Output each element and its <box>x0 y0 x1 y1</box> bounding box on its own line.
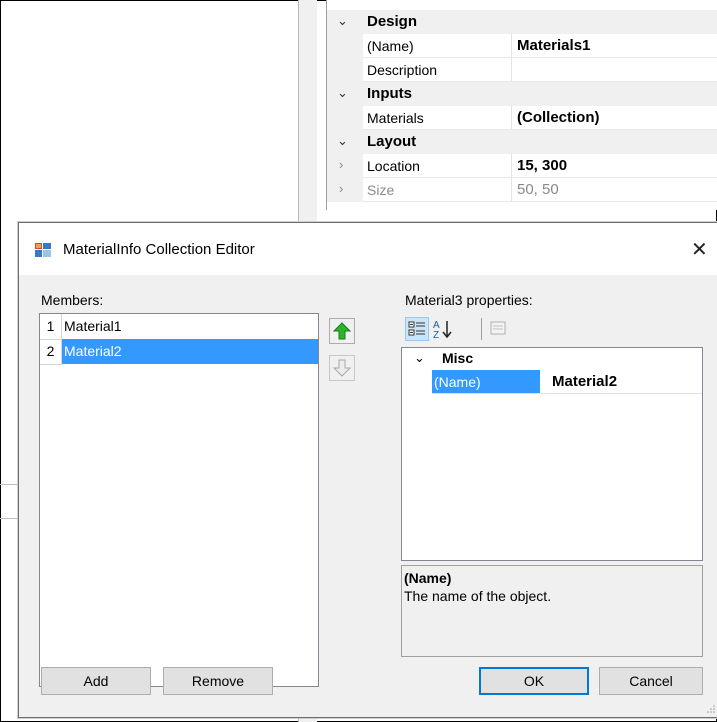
chevron-down-icon[interactable]: ⌄ <box>337 133 348 149</box>
property-name: Size <box>367 182 395 198</box>
row-gutter <box>327 106 363 130</box>
sort-alphabetical-icon: A Z <box>433 320 452 341</box>
svg-text:Z: Z <box>433 330 439 341</box>
collection-editor-icon <box>35 243 51 257</box>
resize-grip-icon[interactable] <box>707 705 715 713</box>
property-value[interactable]: Material2 <box>552 373 617 390</box>
property-value[interactable]: 15, 300 <box>517 157 567 174</box>
category-label: Design <box>367 13 418 30</box>
categorized-icon <box>408 321 425 336</box>
property-value[interactable]: Materials1 <box>517 37 590 54</box>
property-row-description[interactable]: Description <box>327 58 717 82</box>
property-name: Description <box>367 62 438 78</box>
member-name: Material2 <box>64 343 122 359</box>
row-gutter <box>327 154 363 178</box>
category-inputs[interactable]: ⌄ Inputs <box>327 82 717 106</box>
row-separator <box>363 201 717 202</box>
member-index: 2 <box>40 339 62 365</box>
list-item-selected[interactable]: 2 Material2 <box>40 339 318 365</box>
property-name: Materials <box>367 110 424 126</box>
members-list[interactable]: 1 Material1 2 Material2 <box>39 313 319 687</box>
members-label: Members: <box>41 292 104 308</box>
property-value[interactable]: (Collection) <box>517 109 600 126</box>
toolbar-separator <box>481 318 482 340</box>
property-grid: ⌄ Design (Name) Materials1 Description ⌄… <box>326 0 717 210</box>
column-separator <box>511 106 512 130</box>
chevron-right-icon[interactable]: › <box>339 181 343 196</box>
column-separator <box>511 154 512 178</box>
move-down-button[interactable] <box>329 355 355 381</box>
category-design[interactable]: ⌄ Design <box>327 10 717 34</box>
column-separator <box>511 178 512 202</box>
chevron-down-icon[interactable]: ⌄ <box>414 350 425 366</box>
move-up-button[interactable] <box>329 318 355 344</box>
row-separator <box>432 393 702 394</box>
list-item[interactable]: 1 Material1 <box>40 314 318 340</box>
description-text: The name of the object. <box>404 588 552 604</box>
member-index: 1 <box>40 314 62 340</box>
category-label: Inputs <box>367 85 412 102</box>
property-value[interactable]: 50, 50 <box>517 181 559 198</box>
member-name: Material1 <box>64 318 122 334</box>
alphabetical-button[interactable]: A Z <box>431 317 455 341</box>
material-property-grid: ⌄ Misc (Name) Material2 <box>401 347 703 561</box>
description-title: (Name) <box>404 570 452 586</box>
property-pages-icon <box>490 321 506 335</box>
close-icon[interactable]: ✕ <box>691 237 708 262</box>
arrow-up-icon <box>332 322 352 340</box>
property-name: (Name) <box>367 38 414 54</box>
category-label: Layout <box>367 133 417 150</box>
column-separator <box>511 58 512 82</box>
category-layout[interactable]: ⌄ Layout <box>327 130 717 154</box>
dialog-title: MaterialInfo Collection Editor <box>63 241 255 258</box>
collection-editor-dialog: MaterialInfo Collection Editor ✕ Members… <box>18 222 717 718</box>
column-separator <box>511 34 512 58</box>
category-label: Misc <box>442 350 474 366</box>
row-gutter <box>327 178 363 202</box>
cancel-button[interactable]: Cancel <box>599 667 703 695</box>
ok-button[interactable]: OK <box>479 667 589 695</box>
remove-button[interactable]: Remove <box>163 667 273 695</box>
categorized-button[interactable] <box>405 317 429 341</box>
chevron-right-icon[interactable]: › <box>339 157 343 172</box>
add-button[interactable]: Add <box>41 667 151 695</box>
arrow-down-icon <box>332 359 352 377</box>
property-row-name[interactable]: (Name) Material2 <box>402 370 702 394</box>
chevron-down-icon[interactable]: ⌄ <box>337 85 348 101</box>
row-gutter <box>327 58 363 82</box>
row-gutter <box>327 34 363 58</box>
property-row-name[interactable]: (Name) Materials1 <box>327 34 717 58</box>
property-pages-button[interactable] <box>487 317 511 341</box>
title-bar[interactable]: MaterialInfo Collection Editor ✕ <box>19 223 717 275</box>
property-row-location[interactable]: › Location 15, 300 <box>327 154 717 178</box>
description-panel: (Name) The name of the object. <box>401 565 703 657</box>
property-row-materials[interactable]: Materials (Collection) <box>327 106 717 130</box>
property-name: Location <box>367 158 420 174</box>
property-name-selected[interactable]: (Name) <box>432 370 540 394</box>
category-misc[interactable]: ⌄ Misc <box>402 348 702 370</box>
property-row-size[interactable]: › Size 50, 50 <box>327 178 717 202</box>
chevron-down-icon[interactable]: ⌄ <box>337 13 348 29</box>
properties-label: Material3 properties: <box>405 292 533 308</box>
row-gutter <box>402 370 432 394</box>
